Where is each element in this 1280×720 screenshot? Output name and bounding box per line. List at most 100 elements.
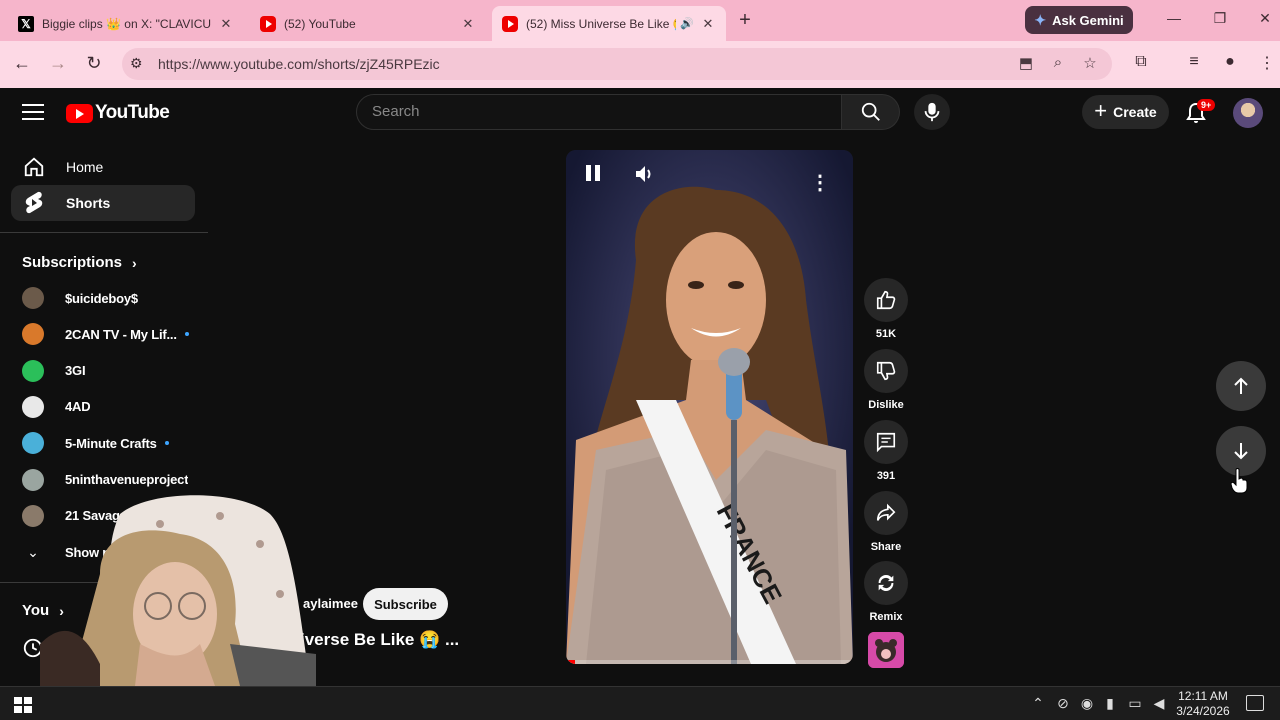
channel-avatar [22,359,44,382]
new-content-dot [164,441,169,446]
subscription-item[interactable]: 2CAN TV - My Lif... [22,320,197,348]
notification-badge: 9+ [1197,99,1216,111]
window-close-icon[interactable]: ✕ [1255,10,1275,27]
system-clock[interactable]: 12:11 AM 3/24/2026 [1168,689,1238,719]
subscription-name: 5-Minute Crafts [65,435,157,451]
like-icon [864,278,908,322]
search-button[interactable] [842,94,900,130]
youtube-icon [502,15,518,32]
like-button[interactable]: 51K [864,278,908,340]
subscriptions-heading[interactable]: Subscriptions › [22,254,137,271]
subscription-name: $uicideboy$ [65,290,138,306]
close-icon[interactable]: ✕ [700,16,716,32]
webcam-tray-icon[interactable]: ◉ [1078,695,1096,712]
subscription-item[interactable]: 5-Minute Crafts [22,429,197,457]
tab-x-post[interactable]: 𝕏 Biggie clips 👑 on X: "CLAVICU ✕ [8,6,244,41]
bookmark-star-icon[interactable]: ☆ [1080,54,1100,72]
profile-icon[interactable]: ● [1219,53,1241,71]
channel-avatar [22,432,44,455]
new-content-dot [184,332,189,337]
comments-button[interactable]: 391 [864,420,908,482]
forward-icon[interactable]: → [47,53,69,74]
subscription-item[interactable]: 5ninthavenueproject [22,466,197,494]
network-off-icon[interactable]: ⊘ [1054,695,1072,712]
zoom-icon[interactable]: ⌕ [1048,54,1068,71]
back-icon[interactable]: ← [11,53,33,74]
close-icon[interactable]: ✕ [460,16,476,32]
channel-avatar [22,468,44,491]
notification-center-icon[interactable] [1246,695,1264,711]
tab-title: (52) YouTube [284,16,356,31]
site-settings-icon[interactable]: ⚙ [130,55,143,72]
volume-tray-icon[interactable]: ◀ [1150,695,1168,712]
install-icon[interactable]: ⬒ [1016,54,1036,72]
more-vertical-icon: ⋮ [810,171,830,194]
youtube-icon [260,15,276,32]
home-icon [22,156,46,178]
subscription-name: 5ninthavenueproject [65,472,189,487]
previous-short-button[interactable] [1216,361,1266,411]
close-icon[interactable]: ✕ [218,16,234,32]
sound-thumbnail[interactable] [868,632,904,668]
video-progress-bar[interactable] [566,660,853,664]
youtube-logo[interactable]: YouTube [66,102,170,124]
search-box [356,94,842,130]
voice-search-button[interactable] [914,94,950,130]
volume-button[interactable] [634,164,670,200]
more-options-button[interactable]: ⋮ [802,164,838,200]
share-icon [864,491,908,535]
like-count: 51K [875,328,897,340]
tab-youtube-home[interactable]: (52) YouTube ✕ [250,6,486,41]
channel-avatar [22,395,44,418]
video-title[interactable]: iverse Be Like 😭 ... [300,630,459,650]
hamburger-menu-icon[interactable] [22,104,44,125]
speaker-icon[interactable]: 🔊 [680,17,694,30]
subscription-name: 3GI [65,363,86,379]
reload-icon[interactable]: ↻ [83,53,105,74]
windows-taskbar: ⌃ ⊘ ◉ ▮ ▭ ◀ 12:11 AM 3/24/2026 [0,686,1280,720]
sidebar-item-shorts[interactable]: Shorts [11,185,195,221]
minimize-icon[interactable]: — [1164,10,1184,26]
subscriptions-title: Subscriptions [22,254,123,271]
tab-youtube-short[interactable]: (52) Miss Universe Be Like 😭 🔊 ✕ [492,6,726,41]
screen: 𝕏 Biggie clips 👑 on X: "CLAVICU ✕ (52) Y… [0,0,1280,720]
microphone-tray-icon[interactable]: ▮ [1101,695,1119,712]
search-input[interactable] [372,103,812,120]
pause-icon [586,165,600,181]
shorts-video-player[interactable]: FRANCE ⋮ [566,150,853,664]
subscription-item[interactable]: $uicideboy$ [22,284,197,312]
account-avatar[interactable] [1233,98,1263,128]
x-icon: 𝕏 [18,15,34,32]
new-tab-button[interactable]: + [735,9,755,32]
pause-button[interactable] [585,164,621,200]
tab-title: Biggie clips 👑 on X: "CLAVICU [42,16,212,31]
create-label: Create [1113,104,1157,120]
media-control-icon[interactable]: ≡ [1183,53,1205,71]
dislike-button[interactable]: Dislike [864,349,908,411]
comment-count: 391 [876,470,896,482]
share-button[interactable]: Share [864,491,908,553]
browser-tab-bar: 𝕏 Biggie clips 👑 on X: "CLAVICU ✕ (52) Y… [0,0,1280,41]
webcam-person-image [40,495,316,686]
ask-gemini-button[interactable]: ✦ Ask Gemini [1025,6,1133,34]
address-bar[interactable]: ⚙ https://www.youtube.com/shorts/zjZ45RP… [122,48,1112,80]
menu-icon[interactable]: ⋮ [1256,53,1278,73]
tab-title: (52) Miss Universe Be Like 😭 [526,16,677,31]
extensions-icon[interactable]: ⧉ [1130,53,1152,71]
plus-icon: + [1094,98,1108,123]
restore-icon[interactable]: ❐ [1210,10,1230,27]
sidebar-item-home[interactable]: Home [11,149,195,185]
youtube-icon [66,103,93,123]
subscription-item[interactable]: 3GI [22,357,197,385]
clock-time: 12:11 AM [1178,689,1228,703]
sound-avatar-icon [868,632,904,668]
sidebar-item-label: Shorts [66,195,111,211]
subscription-item[interactable]: 4AD [22,393,197,421]
remix-button[interactable]: Remix [864,561,908,623]
windows-start-icon[interactable] [14,697,32,713]
create-button[interactable]: + Create [1082,95,1169,129]
volume-icon [636,166,651,182]
subscribe-button[interactable]: Subscribe [363,588,448,620]
tray-overflow-icon[interactable]: ⌃ [1029,695,1047,712]
display-tray-icon[interactable]: ▭ [1126,695,1144,712]
